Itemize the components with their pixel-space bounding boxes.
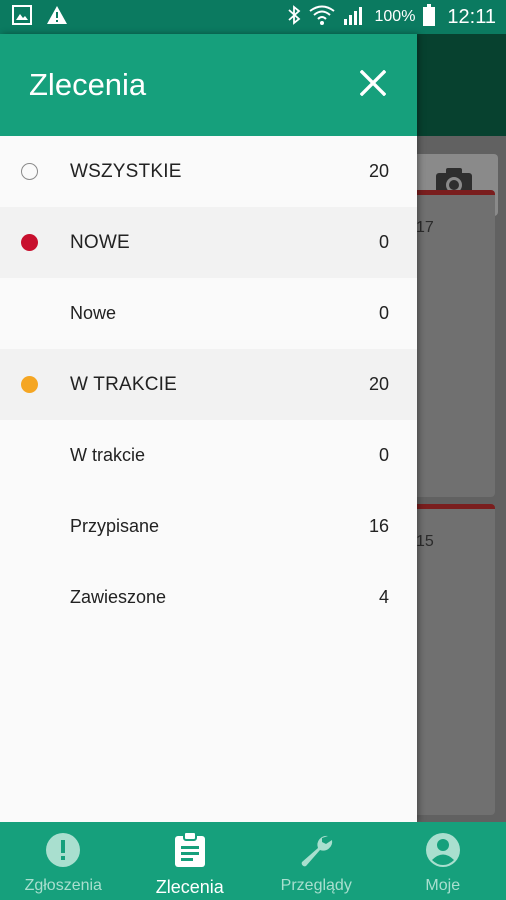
filter-label: W trakcie [70,445,146,465]
filter-item-suspended[interactable]: Zawieszone 4 [0,562,417,633]
account-icon [425,832,461,873]
filter-item-all[interactable]: WSZYSTKIE 20 [0,136,417,207]
nav-label: Moje [425,877,461,894]
image-icon [12,4,32,30]
filter-count: 0 [378,303,389,323]
filter-label: W TRAKCIE [70,373,178,395]
exclamation-icon [45,832,81,873]
background-card[interactable]: 15 [406,504,495,815]
warning-icon [46,5,68,30]
filter-item-new-section[interactable]: NOWE 0 [0,207,417,278]
battery-percent: 100% [374,8,416,25]
nav-label: Zlecenia [155,877,224,897]
filter-count: 4 [378,587,389,607]
filter-item-new[interactable]: Nowe 0 [0,278,417,349]
nav-tab-zgloszenia[interactable]: Zgłoszenia [0,822,127,900]
nav-tab-zlecenia[interactable]: Zlecenia [127,822,254,900]
nav-tab-przeglady[interactable]: Przeglądy [253,822,380,900]
filter-item-in-progress[interactable]: W trakcie 0 [0,420,417,491]
filter-label: WSZYSTKIE [70,160,182,182]
filter-label: Przypisane [70,516,160,536]
filter-label: Zawieszone [70,587,167,607]
filter-label: NOWE [70,231,130,253]
nav-label: Przeglądy [280,877,352,894]
wrench-icon [298,832,334,873]
signal-icon [343,5,367,30]
bottom-navigation: Zgłoszenia Zlecenia Przeglądy Moje [0,822,506,900]
clipboard-icon [174,831,206,873]
close-button[interactable] [353,65,393,105]
drawer-header: Zlecenia [0,34,417,136]
bluetooth-icon [287,4,301,30]
drawer-title: Zlecenia [29,67,147,102]
close-icon [359,69,387,101]
filter-count: 20 [368,374,389,394]
filter-count: 20 [368,161,389,181]
filter-count: 0 [378,232,389,252]
status-filter-list: WSZYSTKIE 20 NOWE 0 Nowe 0 W TRAKCIE 20 … [0,136,417,633]
background-card[interactable]: 17 [406,190,495,497]
red-dot-icon [21,234,38,251]
wifi-icon [308,5,335,30]
orange-dot-icon [21,376,38,393]
filter-count: 16 [368,516,389,536]
clock: 12:11 [447,5,496,28]
filter-item-in-progress-section[interactable]: W TRAKCIE 20 [0,349,417,420]
filter-item-assigned[interactable]: Przypisane 16 [0,491,417,562]
filter-count: 0 [378,445,389,465]
status-bar: 100% 12:11 [0,0,506,34]
nav-label: Zgłoszenia [24,877,102,894]
card-number: 15 [416,533,434,550]
filter-label: Nowe [70,303,117,323]
card-number: 17 [416,219,434,236]
outline-dot-icon [21,163,38,180]
battery-icon [423,3,436,31]
nav-tab-moje[interactable]: Moje [380,822,506,900]
navigation-drawer: Zlecenia WSZYSTKIE 20 NOWE 0 Nowe 0 W TR… [0,34,417,822]
